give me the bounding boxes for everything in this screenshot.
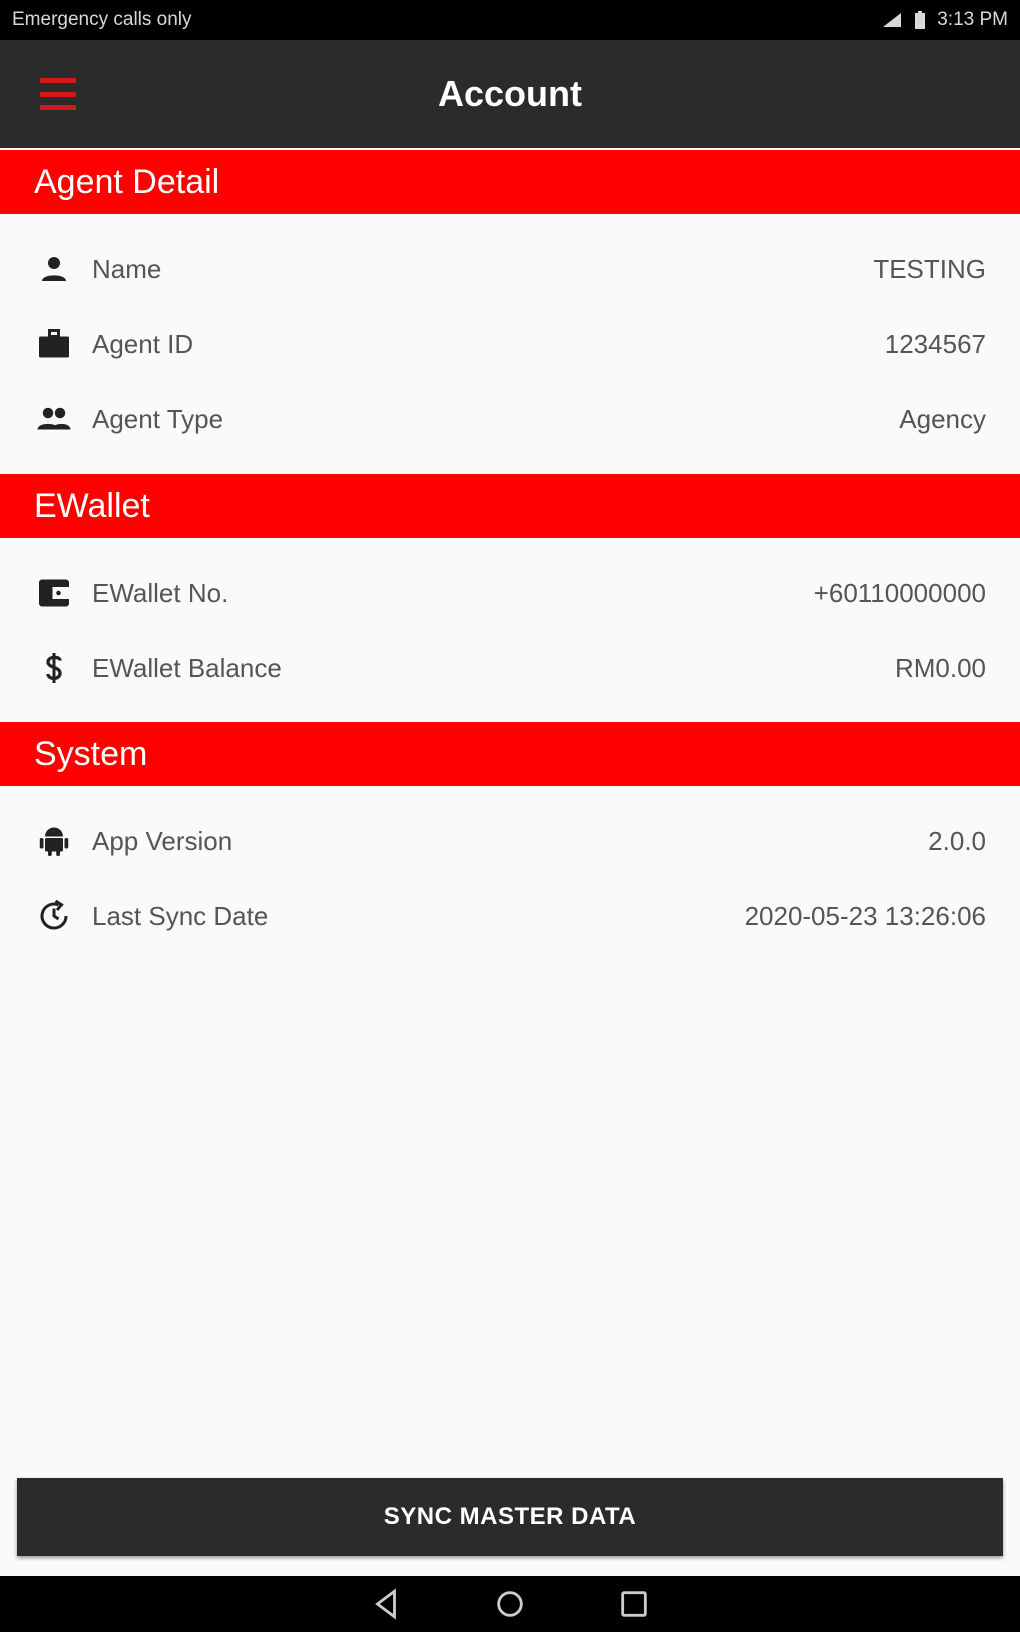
signal-icon [883,13,902,27]
section-header-ewallet: EWallet [0,474,1020,538]
sync-master-data-button[interactable]: SYNC MASTER DATA [17,1478,1003,1556]
page-title: Account [438,73,582,114]
row-value: 2020-05-23 13:26:06 [744,900,986,931]
section-header-agent-detail: Agent Detail [0,150,1020,214]
row-label: Agent Type [92,403,224,434]
row-label: EWallet Balance [92,652,282,683]
status-left-text: Emergency calls only [12,9,192,30]
clock-sync-icon [40,899,68,930]
list-item-name: Name TESTING [0,232,1020,306]
row-value: 1234567 [884,328,986,359]
row-value: 2.0.0 [928,825,986,856]
status-right: 3:13 PM [881,9,1008,31]
status-time: 3:13 PM [937,9,1008,30]
list-item-ewallet-balance: EWallet Balance RM0.00 [0,631,1020,705]
row-label: Agent ID [92,328,194,359]
list-item-app-version: App Version 2.0.0 [0,804,1020,878]
row-label: EWallet No. [92,577,229,608]
row-value: RM0.00 [894,652,986,683]
wallet-icon [39,579,69,607]
section-header-system: System [0,722,1020,786]
list-item-agent-id: Agent ID 1234567 [0,307,1020,381]
list-item-agent-type: Agent Type Agency [0,382,1020,456]
briefcase-icon [39,329,69,358]
person-icon [42,257,66,281]
row-label: App Version [92,825,233,856]
recents-icon[interactable] [617,1587,651,1621]
hamburger-menu-icon[interactable] [40,78,76,110]
row-value: +60110000000 [813,577,986,608]
app-bar: Account [0,40,1020,148]
back-icon[interactable] [369,1587,403,1621]
dollar-icon [46,653,62,683]
row-label: Last Sync Date [92,900,269,931]
home-icon[interactable] [493,1587,527,1621]
status-bar: Emergency calls only 3:13 PM [0,0,1020,40]
row-value: TESTING [873,253,986,284]
row-value: Agency [899,403,986,434]
list-item-last-sync-date: Last Sync Date 2020-05-23 13:26:06 [0,879,1020,953]
row-label: Name [92,253,162,284]
list-item-ewallet-no: EWallet No. +60110000000 [0,556,1020,630]
android-icon [39,827,69,856]
battery-icon [915,11,926,29]
people-icon [37,407,71,430]
system-nav-bar [0,1576,1020,1632]
